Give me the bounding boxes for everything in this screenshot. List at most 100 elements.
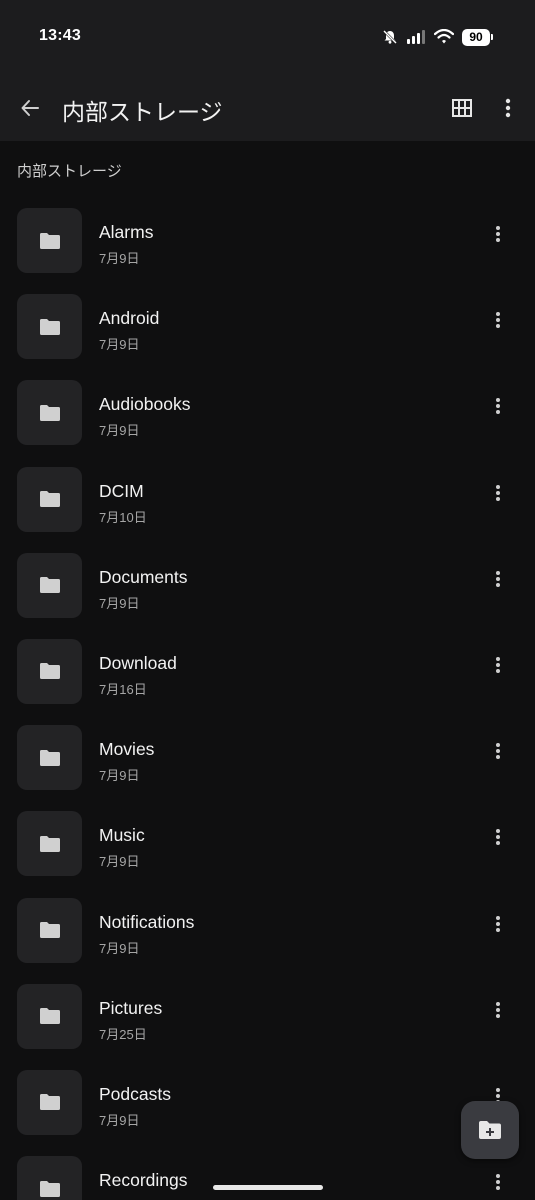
breadcrumb[interactable]: 内部ストレージ: [17, 160, 122, 181]
file-more-button[interactable]: [484, 996, 512, 1024]
file-row[interactable]: Documents 7月9日: [0, 545, 535, 631]
folder-thumbnail: [17, 983, 82, 1049]
home-indicator[interactable]: [213, 1185, 323, 1190]
more-vertical-icon: [496, 570, 500, 587]
overflow-menu-button[interactable]: [492, 92, 524, 124]
file-date: 7月16日: [99, 681, 147, 697]
file-more-button[interactable]: [484, 1168, 512, 1196]
file-row[interactable]: DCIM 7月10日: [0, 459, 535, 545]
more-vertical-icon: [496, 1174, 500, 1191]
file-name: Pictures: [99, 997, 163, 1018]
file-date: 7月9日: [99, 1112, 140, 1128]
folder-thumbnail: [17, 1069, 82, 1135]
more-vertical-icon: [496, 656, 500, 673]
file-row[interactable]: Pictures 7月25日: [0, 976, 535, 1062]
file-date: 7月9日: [99, 337, 140, 353]
folder-icon: [39, 1008, 60, 1025]
file-date: 7月10日: [99, 509, 147, 525]
file-name: Android: [99, 308, 160, 329]
folder-icon: [39, 1094, 60, 1111]
battery-icon: 90: [462, 28, 490, 46]
file-date: 7月9日: [99, 768, 140, 784]
file-row[interactable]: Alarms 7月9日: [0, 200, 535, 286]
arrow-left-icon: [21, 100, 39, 116]
file-more-button[interactable]: [484, 479, 512, 507]
file-row[interactable]: Android 7月9日: [0, 286, 535, 372]
file-row[interactable]: Movies 7月9日: [0, 717, 535, 803]
file-name: Documents: [99, 566, 188, 587]
file-date: 7月9日: [99, 1196, 139, 1200]
file-name: Audiobooks: [99, 394, 191, 415]
file-list: Alarms 7月9日 Android 7月9日 Audiobooks 7月9日 DCIM 7…: [0, 200, 535, 1200]
more-vertical-icon: [496, 398, 500, 415]
more-vertical-icon: [505, 98, 511, 118]
folder-icon: [39, 318, 60, 335]
more-vertical-icon: [496, 226, 500, 242]
file-more-button[interactable]: [484, 737, 512, 765]
page-title: 内部ストレージ: [62, 99, 223, 125]
file-more-button[interactable]: [484, 565, 512, 593]
folder-icon: [39, 749, 60, 766]
more-vertical-icon: [496, 743, 500, 760]
create-folder-icon: [479, 1121, 501, 1139]
more-vertical-icon: [496, 829, 500, 846]
file-more-button[interactable]: [484, 910, 512, 938]
file-date: 7月25日: [99, 1026, 147, 1042]
grid-view-button[interactable]: [446, 92, 478, 124]
status-icons: 90: [382, 26, 493, 48]
folder-icon: [39, 922, 60, 938]
file-name: DCIM: [99, 480, 144, 501]
file-date: 7月9日: [99, 940, 140, 956]
file-name: Podcasts: [99, 1083, 171, 1104]
back-button[interactable]: [14, 92, 46, 124]
wifi-icon: [434, 29, 454, 45]
file-row[interactable]: Music 7月9日: [0, 803, 535, 889]
status-bar: 13:43 90: [0, 0, 535, 75]
file-name: Download: [99, 652, 177, 673]
status-time: 13:43: [39, 27, 81, 44]
file-date: 7月9日: [99, 595, 140, 611]
folder-icon: [39, 232, 60, 249]
folder-icon: [39, 1180, 60, 1197]
more-vertical-icon: [496, 1001, 500, 1018]
file-row[interactable]: Notifications 7月9日: [0, 890, 535, 976]
file-name: Alarms: [99, 222, 154, 242]
folder-thumbnail: [17, 725, 82, 791]
file-date: 7月9日: [99, 251, 140, 266]
folder-thumbnail: [17, 638, 82, 704]
folder-thumbnail: [17, 1156, 82, 1200]
folder-thumbnail: [17, 294, 82, 360]
folder-icon: [39, 835, 60, 852]
more-vertical-icon: [496, 915, 500, 932]
file-date: 7月9日: [99, 423, 140, 439]
folder-icon: [39, 404, 60, 421]
file-name: Notifications: [99, 911, 195, 932]
folder-thumbnail: [17, 380, 82, 446]
folder-thumbnail: [17, 811, 82, 877]
file-row[interactable]: Podcasts 7月9日: [0, 1062, 535, 1148]
create-folder-button[interactable]: [461, 1101, 519, 1159]
signal-icon: [406, 29, 426, 45]
folder-thumbnail: [17, 552, 82, 618]
file-row[interactable]: Audiobooks 7月9日: [0, 372, 535, 458]
file-more-button[interactable]: [484, 392, 512, 420]
file-name: Movies: [99, 739, 155, 760]
battery-tip: [491, 34, 493, 40]
file-name: Music: [99, 825, 145, 846]
app-bar: 内部ストレージ: [0, 75, 535, 141]
file-date: 7月9日: [99, 854, 140, 870]
more-vertical-icon: [496, 312, 500, 329]
folder-icon: [39, 577, 60, 594]
file-more-button[interactable]: [484, 651, 512, 679]
file-name: Recordings: [99, 1170, 188, 1191]
more-vertical-icon: [496, 484, 500, 501]
file-row[interactable]: Recordings 7月9日: [0, 1148, 535, 1200]
grid-view-icon: [452, 99, 472, 117]
folder-icon: [39, 663, 60, 680]
file-more-button[interactable]: [484, 220, 512, 248]
file-row[interactable]: Download 7月16日: [0, 631, 535, 717]
file-more-button[interactable]: [484, 823, 512, 851]
file-more-button[interactable]: [484, 306, 512, 334]
folder-thumbnail: [17, 208, 82, 273]
folder-thumbnail: [17, 466, 82, 532]
